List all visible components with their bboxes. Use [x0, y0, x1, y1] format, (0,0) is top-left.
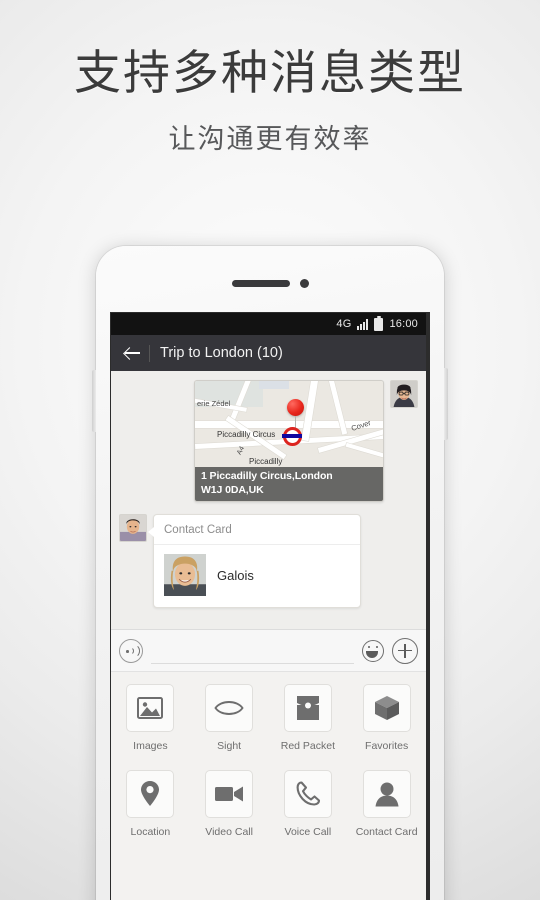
network-label: 4G — [336, 318, 352, 330]
attachment-label: Sight — [217, 740, 242, 752]
front-camera-icon — [300, 279, 309, 288]
attachment-row: Location Video Call Voice Call Contact C… — [111, 770, 426, 838]
attachment-location[interactable]: Location — [111, 770, 190, 838]
plus-circle-icon[interactable] — [392, 637, 418, 664]
volume-button-right[interactable] — [444, 368, 448, 440]
address-line-2: W1J 0DA,UK — [201, 483, 264, 496]
person-icon-glyph — [375, 782, 399, 807]
attachment-label: Favorites — [365, 740, 409, 752]
contact-photo — [164, 554, 206, 596]
phone-screen: 4G 16:00 Trip to London (10) erie Zédel … — [110, 312, 430, 900]
smiley-face-icon[interactable] — [362, 639, 384, 662]
red-packet-icon — [283, 684, 332, 732]
title-divider — [149, 344, 150, 362]
map-pin-icon — [287, 399, 304, 430]
contact-card-header: Contact Card — [154, 515, 360, 545]
avatar-woman-glasses-image — [391, 381, 417, 407]
person-icon — [362, 770, 411, 818]
map-label: erie Zédel — [197, 399, 231, 408]
image-icon-glyph — [137, 697, 164, 719]
box-icon-glyph — [374, 696, 399, 720]
map-label: A4 — [235, 445, 247, 457]
attachment-row: Images Sight Red Packet Favorites — [111, 684, 426, 752]
attachment-sight[interactable]: Sight — [190, 684, 269, 752]
back-arrow-icon[interactable] — [121, 342, 143, 364]
clock-label: 16:00 — [389, 318, 418, 330]
phone-mockup: 4G 16:00 Trip to London (10) erie Zédel … — [92, 246, 448, 900]
signal-bars-icon — [357, 318, 369, 330]
attachment-video-call[interactable]: Video Call — [190, 770, 269, 838]
address-line-1: 1 Piccadilly Circus,London — [201, 470, 333, 482]
phone-icon — [283, 770, 332, 818]
map-label: Piccadilly Circus — [217, 430, 276, 439]
location-address: 1 Piccadilly Circus,London W1J 0DA,UK — [195, 467, 383, 501]
group-members-icon[interactable] — [392, 344, 416, 362]
message-location: erie Zédel Piccadilly Circus Cover A4 Pi… — [119, 380, 418, 502]
phone-icon-glyph — [296, 781, 320, 806]
chat-message-list[interactable]: erie Zédel Piccadilly Circus Cover A4 Pi… — [111, 371, 426, 629]
attachment-red-packet[interactable]: Red Packet — [269, 684, 348, 752]
location-pin-icon-glyph — [141, 781, 160, 806]
attachment-images[interactable]: Images — [111, 684, 190, 752]
promo-subtitle: 让沟通更有效率 — [168, 124, 372, 156]
underground-roundel-icon — [282, 427, 302, 446]
contact-card-bubble[interactable]: Contact Card Galois — [148, 514, 361, 608]
location-pin-icon — [126, 770, 175, 818]
promo-banner: 支持多种消息类型 让沟通更有效率 — [0, 46, 540, 156]
contact-photo-galois-image — [164, 554, 206, 596]
attachment-label: Images — [133, 740, 168, 752]
attachment-label: Contact Card — [355, 826, 418, 838]
attachment-voice-call[interactable]: Voice Call — [269, 770, 348, 838]
video-camera-icon — [205, 770, 254, 818]
message-contact-card: Contact Card Galois — [119, 514, 418, 608]
page-title: Trip to London (10) — [160, 345, 283, 361]
red-packet-icon-glyph — [296, 696, 319, 720]
map-bubble[interactable]: erie Zédel Piccadilly Circus Cover A4 Pi… — [194, 380, 384, 502]
status-bar: 4G 16:00 — [111, 313, 426, 335]
video-camera-icon-glyph — [215, 786, 244, 802]
battery-icon — [374, 315, 384, 331]
voice-input-icon[interactable] — [119, 638, 143, 663]
avatar[interactable] — [119, 514, 147, 542]
contact-card-body: Galois — [154, 545, 360, 607]
message-input[interactable] — [151, 637, 354, 664]
phone-top-bezel — [96, 246, 444, 288]
attachment-label: Voice Call — [284, 826, 332, 838]
attachment-label: Red Packet — [280, 740, 336, 752]
attachment-label: Video Call — [205, 826, 253, 838]
attachment-panel: Images Sight Red Packet Favorites Locati… — [111, 671, 426, 900]
box-icon — [362, 684, 411, 732]
message-input-bar — [111, 629, 426, 671]
volume-button-left[interactable] — [92, 370, 96, 432]
eye-icon — [205, 684, 254, 732]
avatar[interactable] — [390, 380, 418, 408]
promo-title: 支持多种消息类型 — [74, 46, 466, 101]
image-icon — [126, 684, 175, 732]
earpiece-speaker — [232, 280, 290, 287]
contact-name: Galois — [217, 567, 254, 583]
attachment-label: Location — [130, 826, 171, 838]
attachment-contact-card[interactable]: Contact Card — [347, 770, 426, 838]
eye-icon-glyph — [214, 701, 244, 715]
attachment-favorites[interactable]: Favorites — [347, 684, 426, 752]
chat-title-bar: Trip to London (10) — [111, 335, 426, 371]
avatar-man-image — [120, 515, 146, 541]
map-label: Piccadilly — [249, 457, 283, 466]
